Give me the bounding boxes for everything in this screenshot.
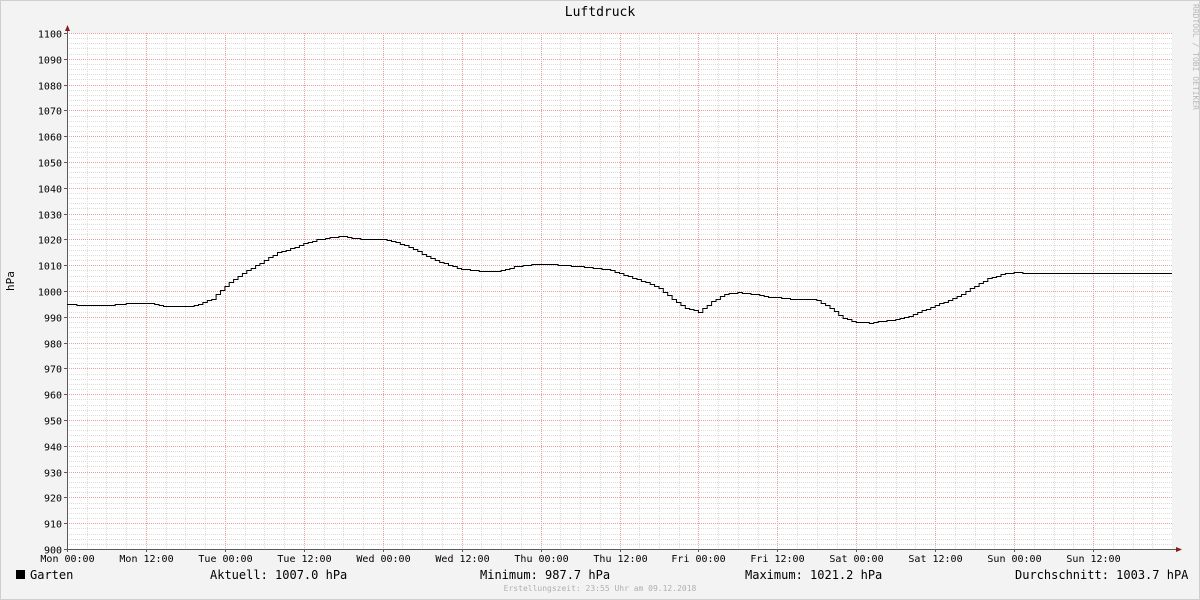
y-tick-label: 970 (44, 365, 62, 376)
stat-minimum-label: Minimum: (480, 568, 538, 582)
x-tick-label: Mon 12:00 (119, 554, 173, 565)
x-tick-label: Wed 00:00 (356, 554, 410, 565)
y-axis-arrow (65, 25, 70, 31)
y-tick-label: 1080 (38, 82, 62, 93)
x-tick-label: Fri 12:00 (750, 554, 804, 565)
y-tick-label: 1000 (38, 288, 62, 299)
stat-current-label: Aktuell: (210, 568, 268, 582)
creation-time-footer: Erstellungszeit: 23:55 Uhr am 09.12.2018 (503, 584, 697, 593)
legend-series-name: Garten (30, 568, 74, 582)
x-tick-label: Tue 00:00 (198, 554, 252, 565)
y-axis-label: hPa (4, 271, 17, 291)
chart-title: Luftdruck (564, 5, 636, 20)
y-tick-label: 930 (44, 469, 62, 480)
stat-maximum-label: Maximum: (745, 568, 803, 582)
y-tick-label: 1060 (38, 133, 62, 144)
y-tick-label: 1100 (38, 30, 62, 41)
x-tick-label: Thu 00:00 (514, 554, 568, 565)
stat-current: Aktuell: 1007.0 hPa (210, 568, 347, 582)
y-tick-label: 1070 (38, 107, 62, 118)
legend-color-swatch (16, 570, 25, 579)
y-tick-label: 1010 (38, 262, 62, 273)
y-tick-label: 1020 (38, 236, 62, 247)
stat-maximum: Maximum: 1021.2 hPa (745, 568, 882, 582)
stat-minimum: Minimum: 987.7 hPa (480, 568, 610, 582)
chart-container: 900 910 920 930 940 950 960 970 980 990 1000 1010 10… (0, 0, 1200, 600)
y-tick-label: 980 (44, 340, 62, 351)
x-tick-label: Tue 12:00 (277, 554, 331, 565)
x-tick-label: Sun 00:00 (987, 554, 1041, 565)
y-tick-label: 1050 (38, 159, 62, 170)
stat-average: Durchschnitt: 1003.7 hPA (1015, 568, 1188, 582)
stat-minimum-value: 987.7 hPa (545, 568, 611, 582)
x-tick-label: Mon 00:00 (40, 554, 94, 565)
y-tick-label: 1040 (38, 185, 62, 196)
x-tick-label: Fri 00:00 (671, 554, 725, 565)
x-tick-label: Wed 12:00 (435, 554, 489, 565)
y-tick-label: 950 (44, 417, 62, 428)
y-tick-label: 1030 (38, 211, 62, 222)
stat-average-value: 1003.7 hPA (1116, 568, 1189, 582)
y-tick-label: 920 (44, 494, 62, 505)
x-axis-arrow (1176, 547, 1182, 552)
stat-current-value: 1007.0 hPa (275, 568, 348, 582)
x-tick-label: Sat 12:00 (908, 554, 962, 565)
chart-canvas: 9009109209309409509609709809901000101010… (0, 0, 1200, 600)
y-tick-label: 960 (44, 391, 62, 402)
y-tick-label: 940 (44, 443, 62, 454)
stat-average-label: Durchschnitt: (1015, 568, 1109, 582)
stat-maximum-value: 1021.2 hPa (810, 568, 883, 582)
y-tick-label: 990 (44, 314, 62, 325)
watermark: RRDTOOL / TOBI OETIKER (1191, 4, 1200, 110)
x-tick-label: Sun 12:00 (1066, 554, 1120, 565)
y-tick-label: 1090 (38, 56, 62, 67)
x-tick-label: Thu 12:00 (593, 554, 647, 565)
y-tick-label: 910 (44, 520, 62, 531)
x-tick-label: Sat 00:00 (829, 554, 883, 565)
